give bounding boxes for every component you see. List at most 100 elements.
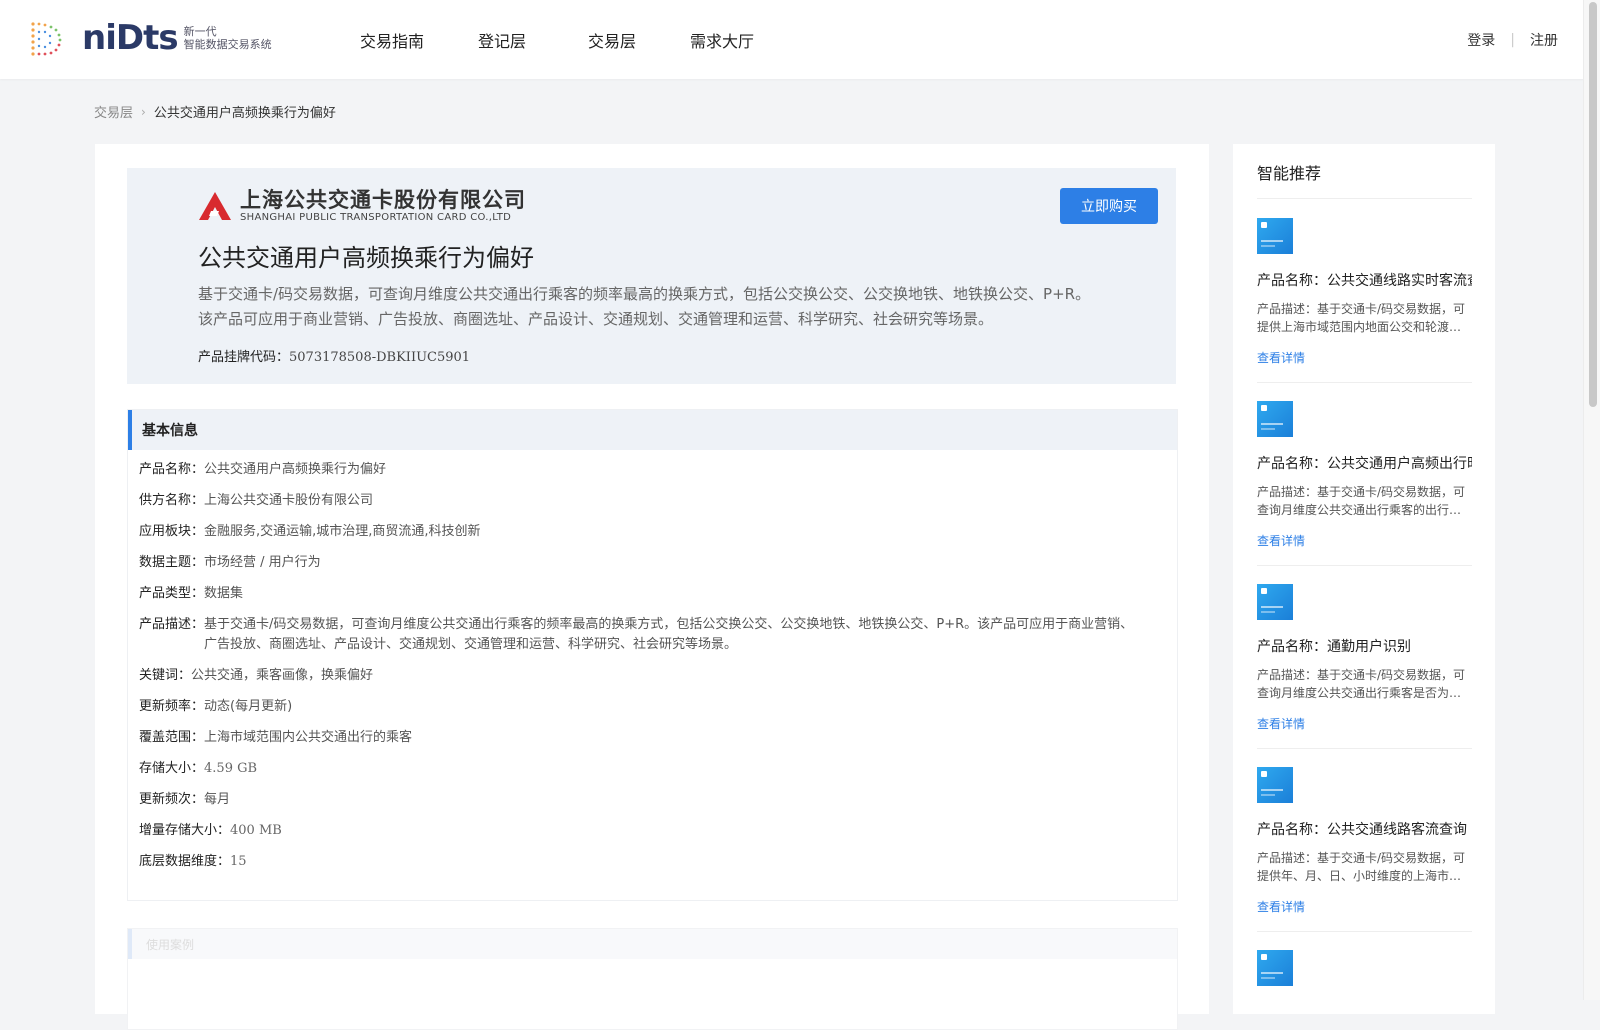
rec-item[interactable]: 产品名称：公共交通线路客流查询 产品描述：基于交通卡/码交易数据，可提供年、月、…: [1257, 767, 1472, 932]
info-key: 产品类型：: [139, 586, 205, 601]
rec-item-name[interactable]: 产品名称：公共交通线路客流查询: [1257, 819, 1472, 839]
nav-demand-hall[interactable]: 需求大厅: [690, 28, 754, 52]
info-row-type: 产品类型： 数据集: [139, 584, 1167, 604]
info-value: 数据集: [204, 586, 244, 601]
logo-mark-icon: [31, 22, 62, 56]
view-details-link[interactable]: 查看详情: [1257, 532, 1472, 549]
logo-subtitle: 新一代 智能数据交易系统: [184, 25, 272, 51]
breadcrumb-parent[interactable]: 交易层: [94, 102, 133, 121]
info-key: 产品名称：: [139, 462, 205, 477]
info-value: 市场经营 / 用户行为: [204, 555, 321, 570]
logo-subtitle-line2: 智能数据交易系统: [183, 38, 272, 51]
info-row-coverage: 覆盖范围： 上海市域范围内公共交通出行的乘客: [139, 728, 1167, 748]
scrollbar-thumb[interactable]: [1589, 2, 1597, 407]
page-scrollbar[interactable]: [1583, 0, 1600, 1000]
info-value: 每月: [204, 792, 231, 807]
info-key: 关键词：: [139, 668, 192, 683]
product-title: 公共交通用户高频换乘行为偏好: [198, 244, 534, 272]
rec-item-divider: [1257, 748, 1472, 749]
rec-item-desc: 产品描述：基于交通卡/码交易数据，可查询月维度公共交通出行乘客的出行…: [1257, 485, 1466, 517]
view-details-link[interactable]: 查看详情: [1257, 715, 1472, 732]
info-value: 上海公共交通卡股份有限公司: [204, 493, 374, 508]
view-details-link[interactable]: 查看详情: [1257, 898, 1472, 915]
info-key: 更新频次：: [139, 792, 205, 807]
faded-section-heading: 使用案例: [128, 929, 1177, 959]
product-thumbnail-icon[interactable]: [1257, 401, 1293, 437]
logo-wordmark: niDts: [82, 18, 179, 58]
rec-item-name[interactable]: 产品名称：通勤用户识别: [1257, 636, 1472, 656]
rec-item-divider: [1257, 382, 1472, 383]
rec-item[interactable]: 产品名称：公共交通线路实时客流查询 产品描述：基于交通卡/码交易数据，可提供上海…: [1257, 218, 1472, 383]
company-name-cn: 上海公共交通卡股份有限公司: [240, 188, 526, 212]
rec-item-divider: [1257, 931, 1472, 932]
info-key: 供方名称：: [139, 493, 205, 508]
rec-item[interactable]: [1257, 950, 1472, 986]
product-thumbnail-icon[interactable]: [1257, 950, 1293, 986]
nav-trading-layer[interactable]: 交易层: [588, 28, 636, 52]
rec-item-divider: [1257, 565, 1472, 566]
login-link[interactable]: 登录: [1467, 30, 1495, 50]
rec-item-name[interactable]: 产品名称：公共交通用户高频出行时段: [1257, 453, 1472, 473]
info-key: 存储大小：: [139, 761, 205, 776]
info-key: 产品描述：: [139, 617, 205, 632]
basic-info-heading: 基本信息: [128, 410, 1177, 450]
recommendation-panel: 智能推荐 产品名称：公共交通线路实时客流查询 产品描述：基于交通卡/码交易数据，…: [1233, 144, 1495, 1014]
nav-registration-layer[interactable]: 登记层: [478, 28, 526, 52]
product-detail-card: 上海公共交通卡股份有限公司 SHANGHAI PUBLIC TRANSPORTA…: [95, 144, 1209, 1030]
info-key: 底层数据维度：: [139, 854, 231, 869]
rec-item-desc: 产品描述：基于交通卡/码交易数据，可提供上海市域范围内地面公交和轮渡…: [1257, 302, 1466, 334]
rec-item[interactable]: 产品名称：通勤用户识别 产品描述：基于交通卡/码交易数据，可查询月维度公共交通出…: [1257, 584, 1472, 749]
info-row-product-name: 产品名称： 公共交通用户高频换乘行为偏好: [139, 460, 1167, 480]
auth-links: 登录 | 注册: [1467, 30, 1558, 50]
recommendation-divider: [1257, 198, 1472, 199]
site-logo[interactable]: niDts 新一代 智能数据交易系统: [28, 18, 272, 58]
company-name-en: SHANGHAI PUBLIC TRANSPORTATION CARD CO.,…: [240, 212, 512, 223]
info-key: 更新频率：: [139, 699, 205, 714]
company-mark-icon: [199, 192, 231, 220]
info-row-update-cadence: 更新频次： 每月: [139, 790, 1167, 810]
product-thumbnail-icon[interactable]: [1257, 584, 1293, 620]
chevron-right-icon: ›: [141, 104, 146, 119]
company-name-block: 上海公共交通卡股份有限公司 SHANGHAI PUBLIC TRANSPORTA…: [240, 188, 526, 224]
info-key: 应用板块：: [139, 524, 205, 539]
info-row-update-frequency: 更新频率： 动态(每月更新): [139, 697, 1167, 717]
rec-item[interactable]: 产品名称：公共交通用户高频出行时段 产品描述：基于交通卡/码交易数据，可查询月维…: [1257, 401, 1472, 566]
info-key: 覆盖范围：: [139, 730, 205, 745]
main-nav: 交易指南 登记层 交易层 需求大厅: [360, 28, 808, 52]
logo-subtitle-line1: 新一代: [183, 25, 217, 38]
info-row-keywords: 关键词： 公共交通，乘客画像，换乘偏好: [139, 666, 1167, 686]
top-header: niDts 新一代 智能数据交易系统 交易指南 登记层 交易层 需求大厅 登录 …: [0, 0, 1584, 79]
rec-item-desc: 产品描述：基于交通卡/码交易数据，可提供年、月、日、小时维度的上海市…: [1257, 851, 1466, 883]
product-thumbnail-icon[interactable]: [1257, 767, 1293, 803]
register-link[interactable]: 注册: [1530, 30, 1558, 50]
view-details-link[interactable]: 查看详情: [1257, 349, 1472, 366]
basic-info-list: 产品名称： 公共交通用户高频换乘行为偏好 供方名称： 上海公共交通卡股份有限公司…: [128, 450, 1177, 872]
info-row-storage-size: 存储大小： 4.59 GB: [139, 759, 1167, 779]
info-row-sector: 应用板块： 金融服务,交通运输,城市治理,商贸流通,科技创新: [139, 522, 1167, 542]
listing-code-value: 5073178508-DBKIIUC5901: [289, 350, 471, 365]
info-value: 4.59 GB: [204, 761, 258, 776]
info-row-dimensions: 底层数据维度： 15: [139, 852, 1167, 872]
info-value: 动态(每月更新): [204, 699, 293, 714]
product-listing-code: 产品挂牌代码：5073178508-DBKIIUC5901: [198, 346, 470, 365]
product-hero: 上海公共交通卡股份有限公司 SHANGHAI PUBLIC TRANSPORTA…: [127, 168, 1176, 384]
faded-section: 使用案例: [127, 928, 1178, 1030]
basic-info-section: 基本信息 产品名称： 公共交通用户高频换乘行为偏好 供方名称： 上海公共交通卡股…: [127, 409, 1178, 901]
product-thumbnail-icon[interactable]: [1257, 218, 1293, 254]
listing-code-label: 产品挂牌代码：: [198, 350, 290, 365]
company-logo: 上海公共交通卡股份有限公司 SHANGHAI PUBLIC TRANSPORTA…: [198, 188, 526, 224]
nav-trade-guide[interactable]: 交易指南: [360, 28, 424, 52]
rec-item-name[interactable]: 产品名称：公共交通线路实时客流查询: [1257, 270, 1472, 290]
buy-now-button[interactable]: 立即购买: [1060, 188, 1158, 224]
auth-separator: |: [1510, 32, 1515, 48]
info-value: 公共交通，乘客画像，换乘偏好: [191, 668, 374, 683]
recommendation-title: 智能推荐: [1257, 164, 1322, 183]
rec-item-desc: 产品描述：基于交通卡/码交易数据，可查询月维度公共交通出行乘客是否为…: [1257, 668, 1466, 700]
info-value: 公共交通用户高频换乘行为偏好: [204, 462, 387, 477]
info-value: 上海市域范围内公共交通出行的乘客: [204, 730, 413, 745]
info-value: 基于交通卡/码交易数据，可查询月维度公共交通出行乘客的频率最高的换乘方式，包括公…: [204, 617, 1134, 652]
info-value: 400 MB: [230, 823, 282, 838]
product-description: 基于交通卡/码交易数据，可查询月维度公共交通出行乘客的频率最高的换乘方式，包括公…: [198, 285, 1091, 328]
info-row-supplier: 供方名称： 上海公共交通卡股份有限公司: [139, 491, 1167, 511]
info-row-description: 产品描述： 基于交通卡/码交易数据，可查询月维度公共交通出行乘客的频率最高的换乘…: [139, 615, 1167, 655]
